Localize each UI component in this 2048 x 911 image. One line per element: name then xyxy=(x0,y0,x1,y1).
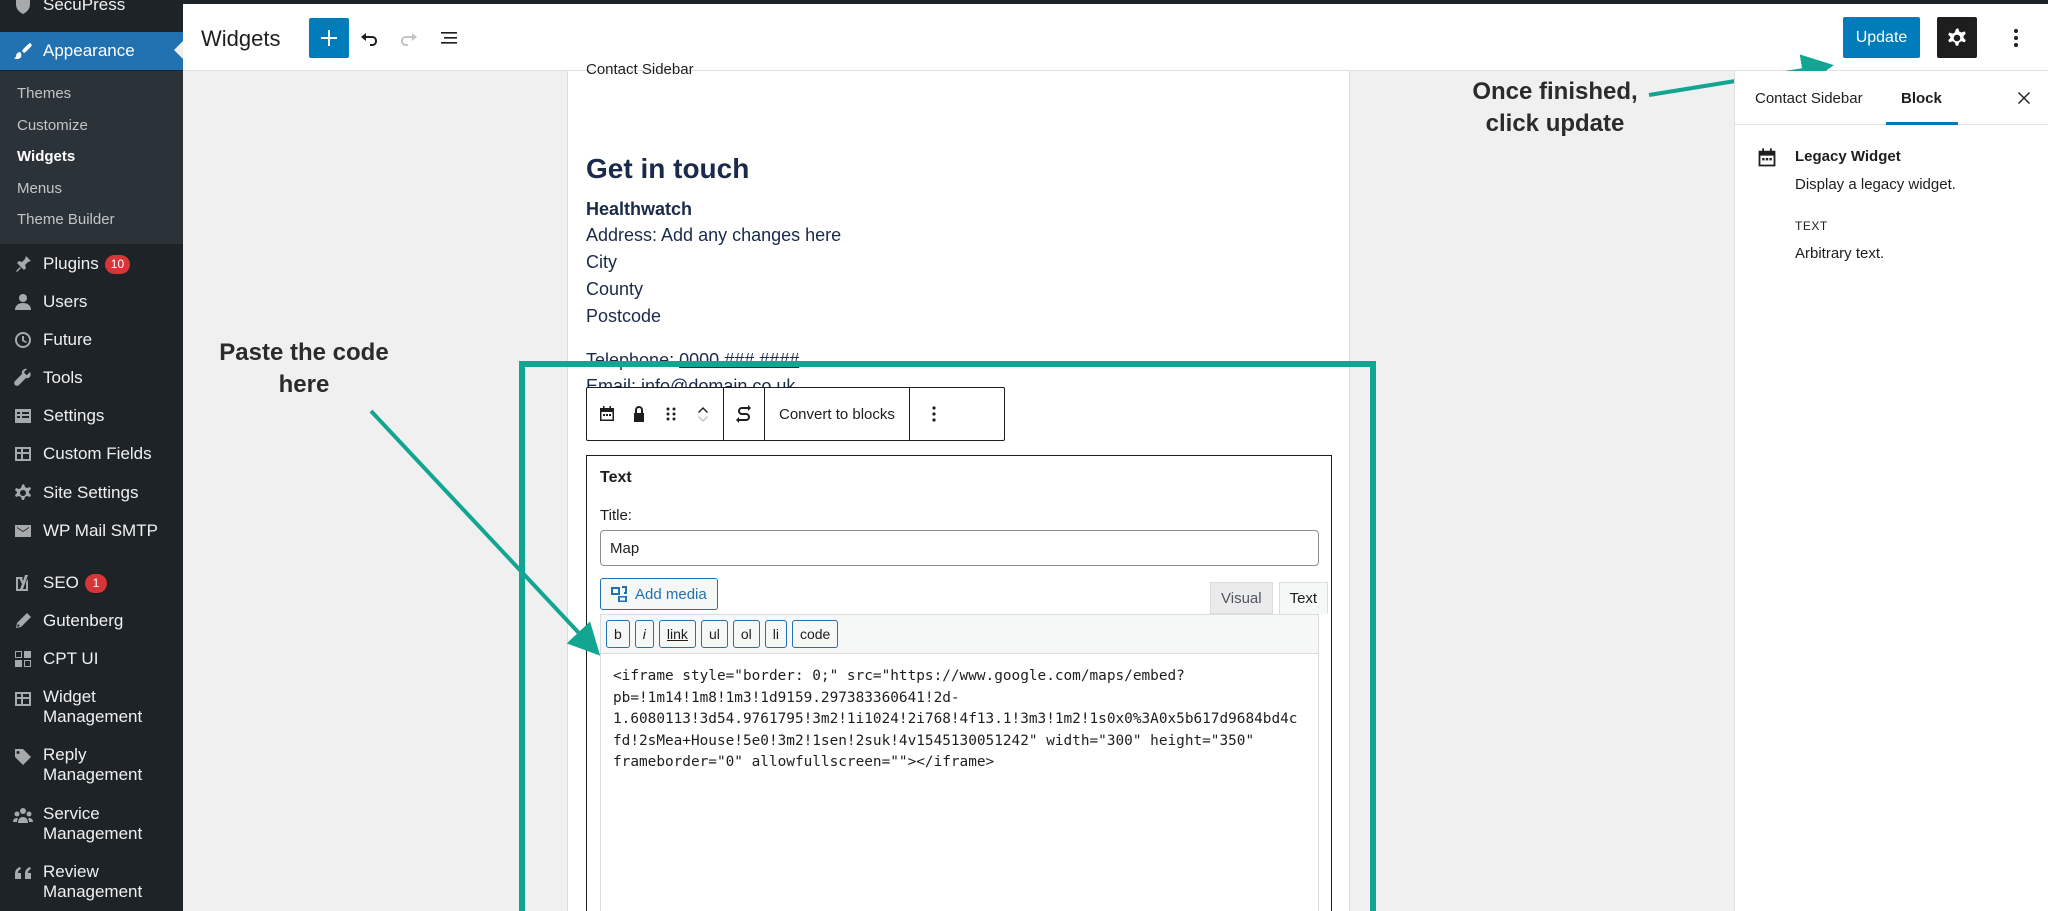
close-icon[interactable] xyxy=(2015,89,2033,107)
settings-sidebar: Contact Sidebar Block Legacy Widget Disp… xyxy=(1734,71,2048,911)
settings-tabs: Contact Sidebar Block xyxy=(1735,71,2048,125)
tab-block[interactable]: Block xyxy=(1901,90,1942,107)
block-card-title: Legacy Widget xyxy=(1795,148,1901,165)
widget-type-caption: TEXT xyxy=(1795,219,1828,233)
calendar-icon xyxy=(1758,148,1776,167)
block-card-description: Display a legacy widget. xyxy=(1795,176,1956,193)
tab-contact-sidebar[interactable]: Contact Sidebar xyxy=(1755,90,1863,107)
active-tab-indicator xyxy=(1886,122,1958,125)
arrow-to-textarea xyxy=(369,409,601,656)
widget-type-description: Arbitrary text. xyxy=(1795,245,1885,262)
